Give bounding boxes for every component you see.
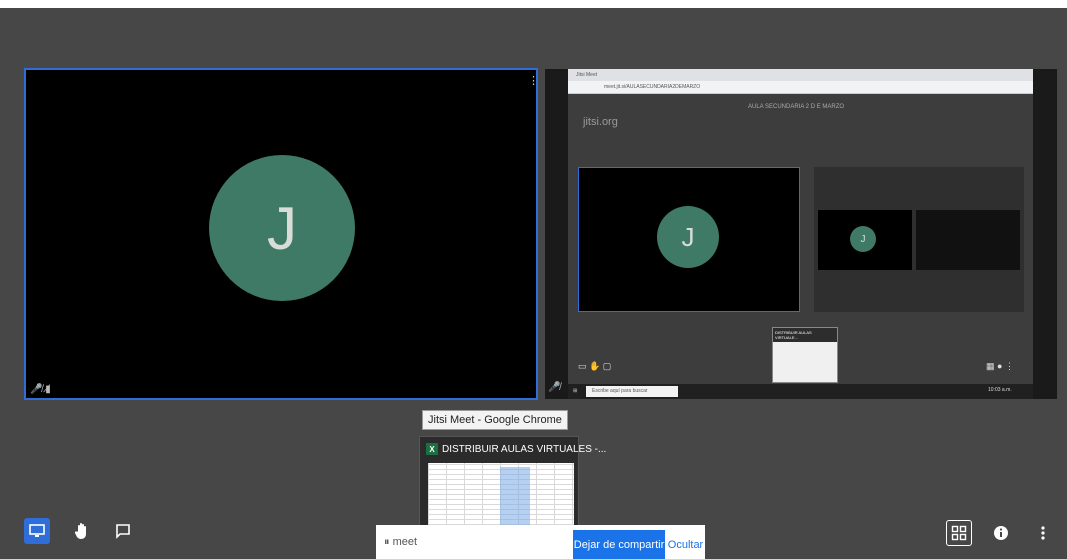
screen-share-bar: ⏸ meet Dejar de compartir Ocultar [376,525,705,559]
chat-icon [116,524,130,539]
tile-view-button[interactable] [946,520,972,546]
inner-sub-tile-share [916,210,1020,270]
inner-windows-taskbar: ⊞ Escribe aquí para buscar 10:03 a.m. [568,384,1033,399]
browser-tab-title: Jitsi Meet [576,72,598,78]
taskbar-tooltip: Jitsi Meet - Google Chrome [422,410,568,430]
inner-participant-tile: J [578,167,800,312]
more-options-button[interactable] [1030,520,1056,546]
inner-participant-avatar: J [657,206,719,268]
stop-sharing-button[interactable]: Dejar de compartir [573,530,665,559]
raise-hand-icon [74,523,86,539]
room-title: AULA SECUNDARIA 2 D E MARZO [748,104,845,110]
participant-avatar: J [209,155,355,301]
browser-address-bar: meet.jit.si/AULASECUNDARIA2DEMARZO [568,81,1033,94]
hide-button[interactable]: Ocultar [666,530,705,559]
shared-screen-content: Jitsi Meet meet.jit.si/AULASECUNDARIA2DE… [568,69,1033,399]
inner-preview-title: DISTRIBUIR AULAS VIRTUALE... [773,328,837,342]
jitsi-logo: jitsi.org [583,116,618,128]
window-preview-header: X DISTRIBUIR AULAS VIRTUALES -... [426,443,606,455]
excel-icon: X [426,443,438,455]
screen-share-button[interactable] [24,518,50,544]
chat-button[interactable] [110,518,136,544]
browser-tab-strip: Jitsi Meet [568,69,1033,81]
inner-toolbar-right: ▦ ● ⋮ [986,361,1014,371]
browser-address: meet.jit.si/AULASECUNDARIA2DEMARZO [604,84,701,90]
muted-mic-icon: 🎤̸ [548,382,561,393]
inner-recursive-screen: J [814,167,1024,312]
inner-window-preview: DISTRIBUIR AULAS VIRTUALE... [772,327,838,383]
taskbar-search: Escribe aquí para buscar [586,386,678,397]
taskbar-clock: 10:03 a.m. [988,387,1012,393]
info-icon [994,526,1008,540]
participant-tile-local[interactable]: J ⋮ 🎤̸ ▮̸ [24,68,538,400]
top-strip [0,0,1067,8]
info-button[interactable] [988,520,1014,546]
share-bar-text: ⏸ meet [384,536,418,548]
inner-sub-tile: J [818,210,912,270]
muted-mic-icon: 🎤̸ ▮̸ [30,384,51,395]
tile-menu-icon[interactable]: ⋮ [528,76,536,87]
inner-toolbar-left: ▭ ✋ ▢ [578,361,612,371]
windows-start-icon: ⊞ [573,388,578,394]
more-icon [1041,526,1045,540]
screen-share-icon [29,524,45,537]
inner-small-avatar: J [850,226,876,252]
participant-tile-screenshare[interactable]: 🎤̸ Jitsi Meet meet.jit.si/AULASECUNDARIA… [545,69,1057,399]
raise-hand-button[interactable] [69,518,95,544]
tile-view-icon [951,525,967,541]
window-preview-title: DISTRIBUIR AULAS VIRTUALES -... [442,443,607,455]
